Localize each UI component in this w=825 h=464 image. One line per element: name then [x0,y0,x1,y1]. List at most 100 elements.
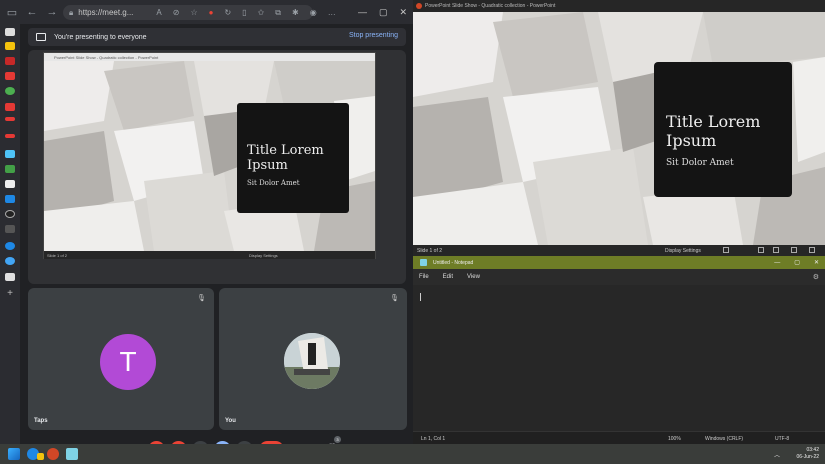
sidebar-app-icon[interactable] [5,165,15,173]
close-icon[interactable]: ✕ [399,7,407,18]
notepad-window-controls: — ▢ ✕ [774,256,819,269]
desktop: ▭ ← → 🔒︎ https://meet.g... A ⊘ ☆ ● ↻ ▯ ✩… [0,0,825,464]
presenting-banner: You're presenting to everyone Stop prese… [28,28,406,46]
slide-sorter-icon[interactable] [773,247,779,253]
participant-tile-you[interactable]: 🎙︎ You [219,288,407,430]
sidebar-app-icon[interactable] [5,242,15,250]
maximize-icon[interactable]: ▢ [379,7,388,18]
favorites-icon[interactable]: ✩ [258,8,265,17]
sidebar-app-icon[interactable] [5,87,15,95]
ppt-slide[interactable]: Title Lorem Ipsum Sit Dolor Amet [413,12,825,245]
notepad-taskbar-icon[interactable] [66,448,78,460]
sidebar-app-icon[interactable] [5,257,15,265]
stop-presenting-button[interactable]: Stop presenting [349,32,398,39]
forward-icon[interactable]: → [42,0,62,24]
sidebar-app-icon[interactable] [5,42,15,50]
split-screen-icon[interactable]: ▯ [242,8,246,17]
collections-icon[interactable]: ⧉ [275,8,281,18]
extension-icon[interactable]: ● [209,8,214,17]
notepad-text-area[interactable] [413,285,825,431]
line-ending: Windows (CRLF) [705,436,744,442]
notepad-window-title: Untitled - Notepad [433,259,474,266]
ppt-statusbar: Slide 1 of 2 Display Settings [413,245,825,256]
clock-date: 06-Jun-22 [796,454,819,460]
preview-slide-counter: Slide 1 of 2 [47,252,68,258]
settings-gear-icon[interactable]: ⚙︎ [813,273,819,281]
menu-edit[interactable]: Edit [443,274,453,280]
menu-file[interactable]: File [419,274,429,280]
favorite-icon[interactable]: ☆ [190,8,197,17]
cursor-position: Ln 1, Col 1 [421,436,446,442]
extensions-icon[interactable]: ✱ [292,8,299,17]
notepad-statusbar: Ln 1, Col 1 100% Windows (CRLF) UTF-8 [413,431,825,444]
lock-icon: 🔒︎ [69,7,74,17]
read-aloud-icon[interactable]: A [156,8,161,17]
sidebar-app-icon[interactable] [5,180,15,188]
notepad-menubar: File Edit View ⚙︎ [413,269,825,285]
present-screen-icon [36,33,46,41]
refresh-icon[interactable]: ↻ [224,8,231,17]
sidebar-app-icon[interactable] [5,273,15,281]
sidebar-app-icon[interactable] [5,195,15,203]
profile-icon[interactable]: ◉ [310,8,317,17]
minimize-icon[interactable]: — [358,7,367,17]
address-bar[interactable]: 🔒︎ https://meet.g... A ⊘ ☆ ● ↻ ▯ ✩ ⧉ ✱ ◉… [63,5,336,20]
windows-start-icon[interactable] [8,448,20,460]
ppt-titlebar: PowerPoint Slide Show - Quadratic collec… [413,0,825,12]
zoom-level: 100% [668,436,681,442]
participant-name: Taps [34,418,48,424]
display-settings-button[interactable]: Display Settings [665,248,701,254]
preview-slide-title: Title Lorem Ipsum [247,143,324,173]
system-clock[interactable]: 03:42 06-Jun-22 [796,447,819,461]
preview-title-box: Title Lorem Ipsum Sit Dolor Amet [237,103,349,213]
close-icon[interactable]: ✕ [814,259,819,266]
notepad-window: Untitled - Notepad — ▢ ✕ File Edit View … [413,256,825,444]
browser-window: ▭ ← → 🔒︎ https://meet.g... A ⊘ ☆ ● ↻ ▯ ✩… [0,0,413,458]
people-count-badge: 3 [334,436,341,443]
sidebar-app-icon[interactable] [5,57,15,65]
reading-view-icon[interactable] [791,247,797,253]
maximize-icon[interactable]: ▢ [794,259,800,266]
sidebar-app-icon[interactable] [5,28,15,36]
text-caret [420,293,421,301]
sidebar-app-icon[interactable] [5,134,15,138]
notes-icon[interactable] [723,247,729,253]
sidebar-app-icon[interactable] [5,150,15,158]
tab-actions-icon[interactable]: ▭ [2,0,22,24]
mic-off-icon: 🎙︎ [197,295,206,302]
sidebar-app-icon[interactable] [5,117,15,121]
sidebar-app-icon[interactable] [5,72,15,80]
powerpoint-slideshow-window: PowerPoint Slide Show - Quadratic collec… [413,0,825,256]
notepad-icon [420,259,427,266]
preview-statusbar: Slide 1 of 2 Display Settings [44,251,375,259]
minimize-icon[interactable]: — [774,260,780,266]
url-text: https://meet.g... [78,8,134,17]
preview-titlebar: PowerPoint Slide Show - Quadratic collec… [44,53,375,61]
add-app-icon[interactable]: + [5,289,15,299]
browser-window-controls: — ▢ ✕ [358,0,407,24]
more-icon[interactable]: … [328,8,336,17]
notepad-titlebar: Untitled - Notepad — ▢ ✕ [413,256,825,269]
participant-tile-taps[interactable]: 🎙︎ T Taps [28,288,214,430]
powerpoint-taskbar-icon[interactable] [47,448,59,460]
camera-blocked-icon[interactable]: ⊘ [173,8,180,17]
browser-toolbar: ▭ ← → 🔒︎ https://meet.g... A ⊘ ☆ ● ↻ ▯ ✩… [0,0,413,24]
powerpoint-icon [416,3,422,9]
file-explorer-icon[interactable] [37,453,44,460]
taskbar: ︿ 03:42 06-Jun-22 [0,444,825,464]
show-hidden-icons[interactable]: ︿ [774,450,780,459]
preview-display-settings: Display Settings [249,252,278,258]
slide-counter: Slide 1 of 2 [417,247,443,254]
slideshow-view-icon[interactable] [809,247,815,253]
slide-title: Title Lorem Ipsum [666,112,761,150]
encoding: UTF-8 [775,436,790,442]
sidebar-app-icon[interactable] [5,225,15,233]
mic-off-icon: 🎙︎ [390,295,399,302]
sidebar-app-icon[interactable] [5,103,15,111]
avatar [284,333,340,389]
sidebar-app-icon[interactable] [5,210,15,218]
normal-view-icon[interactable] [758,247,764,253]
preview-slide-subtitle: Sit Dolor Amet [247,179,300,187]
menu-view[interactable]: View [467,274,480,280]
back-icon[interactable]: ← [22,0,42,24]
